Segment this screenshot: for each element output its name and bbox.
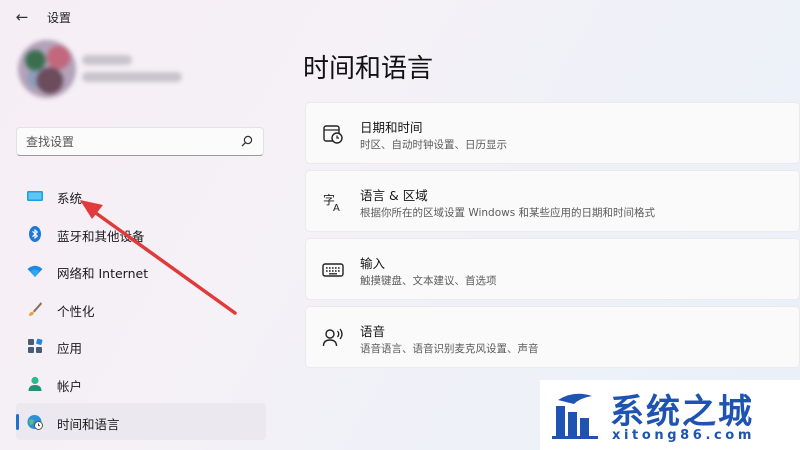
avatar[interactable] <box>18 40 76 98</box>
sidebar-item-label: 应用 <box>57 341 83 357</box>
sidebar-item-accounts[interactable]: 帐户 <box>16 365 266 403</box>
language-region-icon: 字 A <box>323 192 340 213</box>
search-input[interactable] <box>26 133 226 151</box>
sidebar-item-bluetooth[interactable]: 蓝牙和其他设备 <box>16 215 266 253</box>
sidebar-nav: 系统 蓝牙和其他设备 网络和 Internet 个性化 应用 帐户 时间和语言 <box>16 177 266 441</box>
bluetooth-icon <box>29 225 41 242</box>
sidebar-item-label: 系统 <box>57 191 83 206</box>
watermark: 系统之城 xitong86.com <box>540 380 800 450</box>
search-box[interactable] <box>16 127 264 156</box>
apps-icon <box>28 339 43 354</box>
svg-text:A: A <box>333 203 340 213</box>
keyboard-icon <box>322 263 344 277</box>
card-title: 输入 <box>360 256 386 271</box>
wifi-icon <box>27 265 43 278</box>
brush-icon <box>29 301 42 316</box>
card-date-time[interactable]: 日期和时间 时区、自动时钟设置、日历显示 <box>305 102 800 164</box>
sidebar-item-apps[interactable]: 应用 <box>16 327 266 365</box>
title-bar: ← 设置 <box>0 0 800 34</box>
globe-clock-icon <box>27 414 43 430</box>
watermark-title: 系统之城 <box>610 392 754 432</box>
person-icon <box>28 376 42 391</box>
card-title: 语言 & 区域 <box>360 188 428 203</box>
app-title: 设置 <box>47 11 72 25</box>
sidebar-item-label: 蓝牙和其他设备 <box>57 228 145 244</box>
card-input[interactable]: 输入 触摸键盘、文本建议、首选项 <box>305 238 800 300</box>
sidebar-item-time-language[interactable]: 时间和语言 <box>16 402 266 441</box>
sidebar-item-personalization[interactable]: 个性化 <box>16 290 266 328</box>
card-subtitle: 触摸键盘、文本建议、首选项 <box>360 275 497 287</box>
sidebar-item-label: 个性化 <box>57 303 95 319</box>
calendar-clock-icon <box>323 125 343 144</box>
card-title: 语音 <box>360 324 386 339</box>
sidebar-item-label: 时间和语言 <box>57 416 120 432</box>
card-title: 日期和时间 <box>360 120 423 135</box>
sidebar-item-label: 网络和 Internet <box>57 266 149 282</box>
profile-info <box>82 55 182 89</box>
monitor-icon <box>27 191 43 201</box>
sidebar-item-network[interactable]: 网络和 Internet <box>16 252 266 290</box>
card-subtitle: 根据你所在的区域设置 Windows 和某些应用的日期和时间格式 <box>360 207 656 219</box>
back-arrow-icon[interactable]: ← <box>12 8 32 26</box>
search-icon[interactable] <box>240 134 254 148</box>
sidebar-item-system[interactable]: 系统 <box>16 177 266 215</box>
page-title: 时间和语言 <box>303 54 434 84</box>
watermark-logo-icon <box>552 393 598 439</box>
watermark-url: xitong86.com <box>612 428 755 443</box>
card-speech[interactable]: 语音 语音语言、语音识别麦克风设置、声音 <box>305 306 800 368</box>
sidebar-item-label: 帐户 <box>57 378 83 394</box>
speech-icon <box>322 328 343 347</box>
card-subtitle: 语音语言、语音识别麦克风设置、声音 <box>360 343 539 355</box>
card-subtitle: 时区、自动时钟设置、日历显示 <box>360 139 507 151</box>
card-language-region[interactable]: 字 A 语言 & 区域 根据你所在的区域设置 Windows 和某些应用的日期和… <box>305 170 800 232</box>
